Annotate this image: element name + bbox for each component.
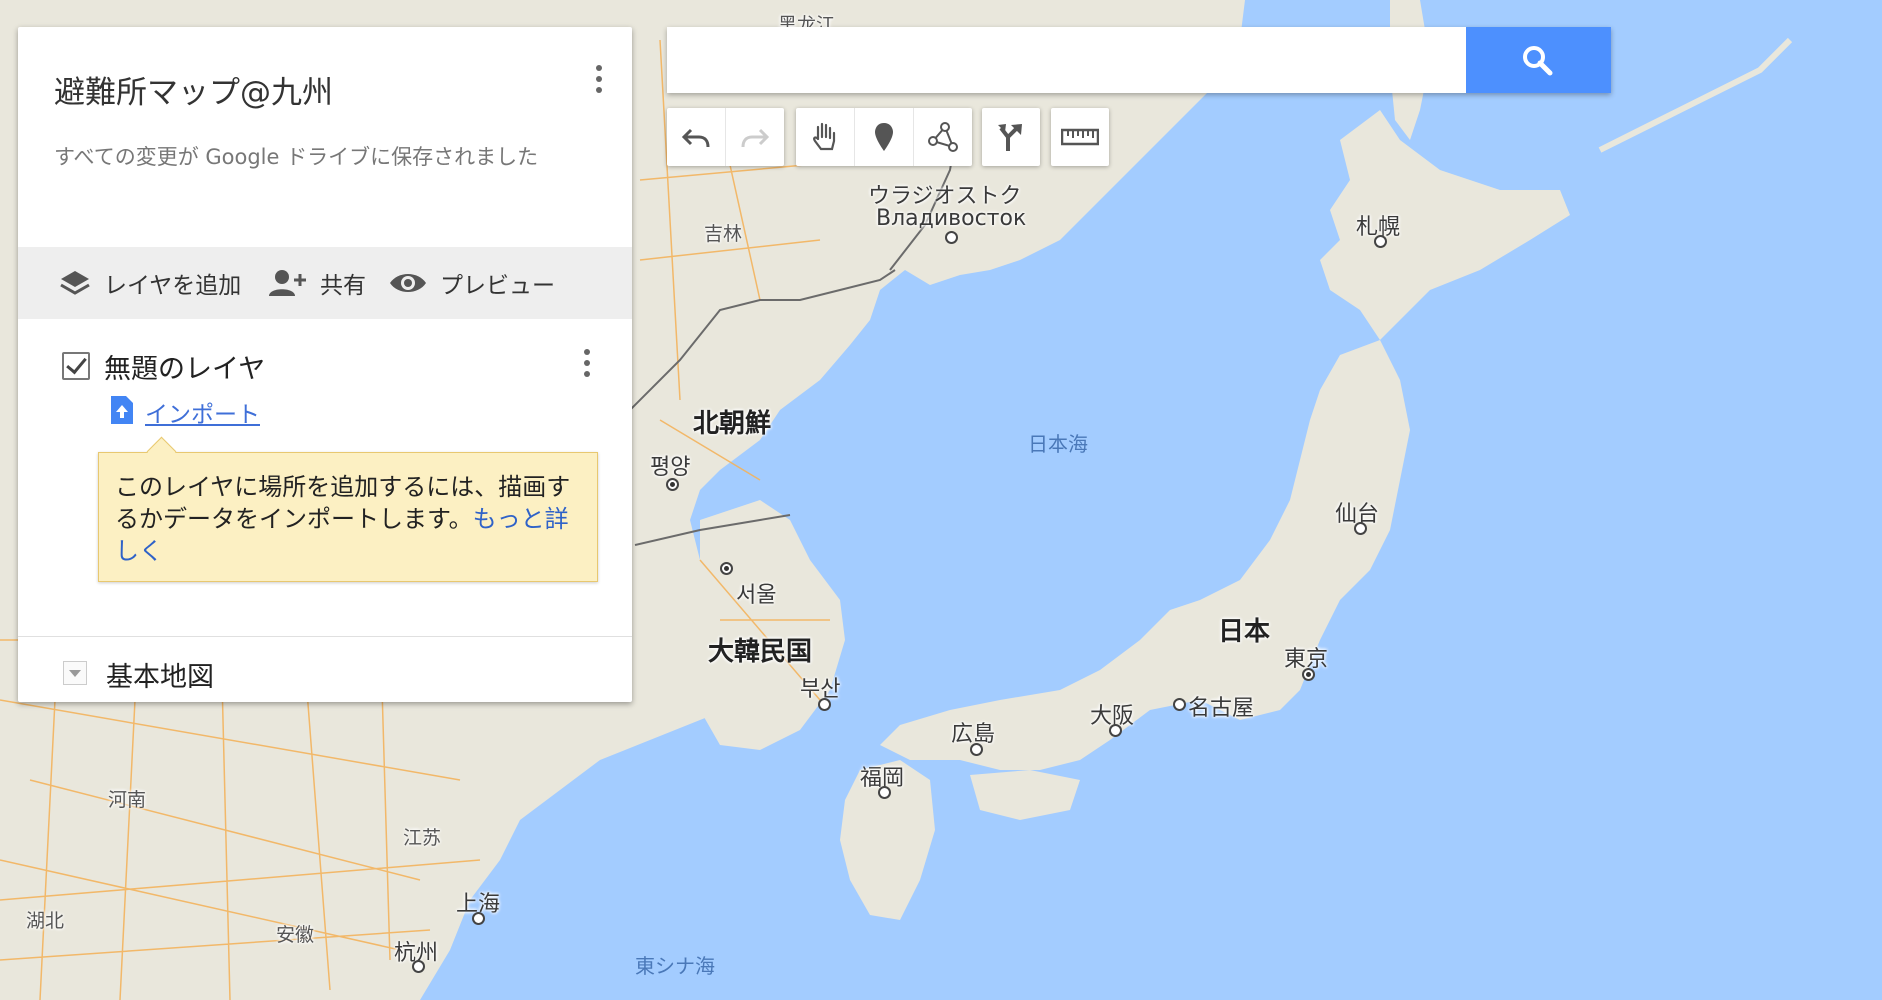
add-marker-button[interactable] [855,108,914,166]
map-options-menu-button[interactable] [594,65,604,101]
redo-button[interactable] [726,108,784,166]
panel-divider [18,636,632,637]
layer-options-menu-button[interactable] [582,349,592,385]
undo-icon [681,128,710,148]
label-south-korea: 大韓民国 [708,637,813,667]
import-link[interactable]: インポート [145,395,260,429]
tooltip-text: このレイヤに場所を追加するには、描画するかデータをインポートします。もっと詳しく [115,471,585,567]
directions-icon [998,124,1022,151]
map-panel: 避難所マップ@九州 すべての変更が Google ドライブに保存されました レイ… [18,27,632,702]
share-button[interactable]: 共有 [268,247,366,319]
preview-label: プレビュー [440,273,555,299]
share-label: 共有 [320,273,366,299]
label-japan: 日本 [1218,617,1271,647]
measure-toolbar [1051,108,1109,166]
add-layer-label: レイヤを追加 [104,273,242,299]
measure-distance-button[interactable] [1051,108,1109,166]
label-henan: 河南 [108,789,147,811]
label-vladivostok-ru: Владивосток [876,206,1027,231]
city-dot-sendai [1354,522,1367,535]
city-dot-hangzhou [412,960,425,973]
label-north-korea: 北朝鮮 [693,409,772,439]
city-dot-fukuoka [878,786,891,799]
save-status: すべての変更が Google ドライブに保存されました [54,145,539,169]
preview-button[interactable]: プレビュー [388,247,555,319]
base-map-expand-toggle[interactable] [63,661,87,685]
search-button[interactable] [1466,27,1611,93]
undo-button[interactable] [667,108,726,166]
city-dot-seoul [720,562,733,575]
base-map-label[interactable]: 基本地図 [106,655,214,694]
add-layer-button[interactable]: レイヤを追加 [58,247,241,319]
layer-help-tooltip: このレイヤに場所を追加するには、描画するかデータをインポートします。もっと詳しく [98,452,598,582]
city-dot-vladivostok [945,231,958,244]
layer-name[interactable]: 無題のレイヤ [104,347,265,386]
label-seoul: 서울 [736,583,777,608]
pan-tool-button[interactable] [796,108,855,166]
layer-visibility-checkbox[interactable] [62,352,90,380]
city-dot-sapporo [1374,235,1387,248]
history-toolbar [667,108,784,166]
drawing-toolbar [796,108,972,166]
city-dot-nagoya [1173,698,1186,711]
marker-icon [875,123,893,151]
eye-icon [390,274,426,292]
label-nagoya: 名古屋 [1188,696,1255,721]
add-directions-button[interactable] [982,108,1040,166]
line-icon [928,122,958,152]
label-east-china-sea: 東シナ海 [635,954,715,978]
label-jilin: 吉林 [704,223,743,245]
label-jiangsu: 江苏 [403,827,442,849]
redo-icon [741,128,770,148]
search-icon [1523,46,1553,76]
label-pyongyang: 평양 [650,455,691,480]
label-hubei: 湖北 [26,910,65,932]
layers-icon [60,271,90,295]
hand-icon [813,122,836,151]
add-person-icon [269,270,306,296]
map-title[interactable]: 避難所マップ@九州 [54,67,333,112]
city-dot-busan [818,698,831,711]
label-anhui: 安徽 [276,924,315,946]
directions-toolbar [982,108,1040,166]
label-sea-of-japan: 日本海 [1028,432,1088,456]
import-file-icon [111,396,133,424]
ruler-icon [1061,128,1099,146]
city-dot-shanghai [472,912,485,925]
city-dot-tokyo [1302,668,1315,681]
search-input[interactable] [667,27,1493,93]
city-dot-pyongyang [666,478,679,491]
city-dot-hiroshima [970,743,983,756]
draw-line-button[interactable] [914,108,972,166]
city-dot-osaka [1109,724,1122,737]
panel-actions-bar: レイヤを追加 共有 プレビュー [18,247,632,319]
search-box [667,27,1611,93]
